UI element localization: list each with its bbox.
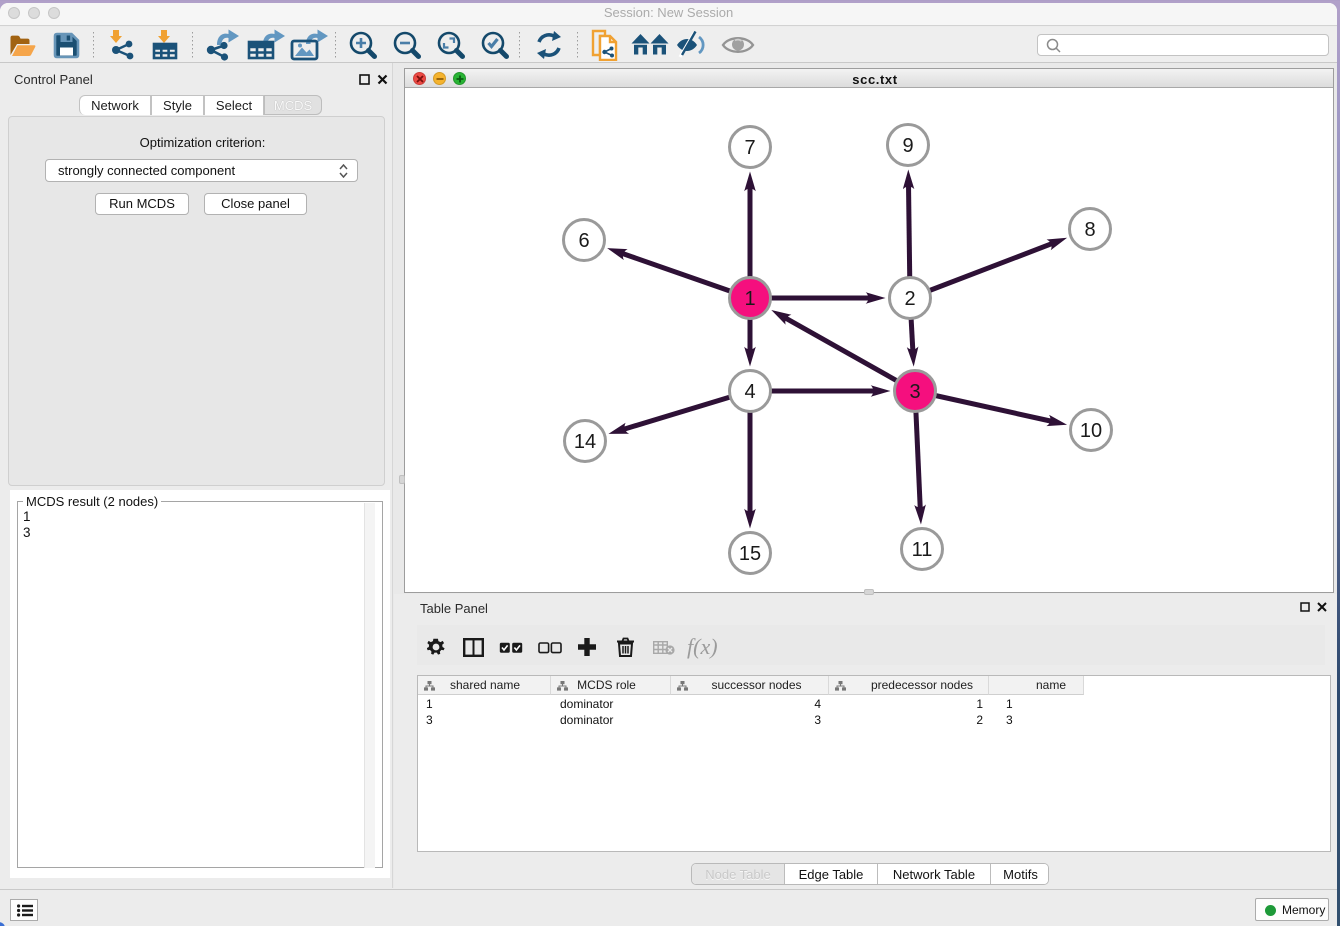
svg-text:7: 7	[744, 137, 755, 159]
svg-text:15: 15	[739, 543, 761, 565]
svg-text:4: 4	[744, 381, 755, 403]
svg-text:8: 8	[1084, 219, 1095, 241]
svg-text:1: 1	[744, 288, 755, 310]
svg-text:2: 2	[904, 288, 915, 310]
svg-text:9: 9	[902, 135, 913, 157]
svg-text:11: 11	[912, 539, 933, 561]
svg-text:6: 6	[578, 230, 589, 252]
svg-text:10: 10	[1080, 420, 1102, 442]
svg-text:3: 3	[909, 381, 920, 403]
svg-text:14: 14	[574, 431, 596, 453]
